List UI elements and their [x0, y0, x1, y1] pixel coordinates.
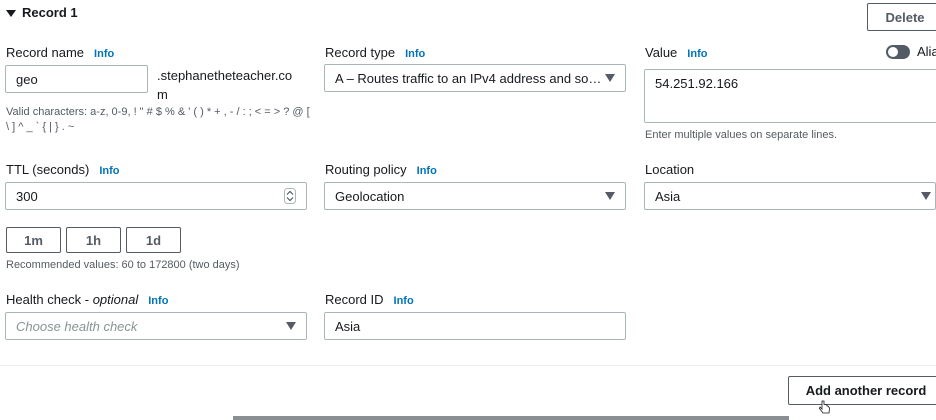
- ttl-preset-1m[interactable]: 1m: [6, 227, 61, 253]
- toggle-knob: [888, 46, 898, 57]
- health-check-placeholder: Choose health check: [16, 318, 138, 334]
- record-type-label: Record type Info: [325, 45, 426, 60]
- record-id-input[interactable]: Asia: [324, 312, 626, 340]
- ttl-preset-1d[interactable]: 1d: [126, 227, 181, 253]
- record-name-label: Record name Info: [6, 45, 115, 60]
- value-info-link[interactable]: Info: [687, 48, 707, 60]
- ttl-info-link[interactable]: Info: [99, 165, 119, 177]
- alias-label: Alia: [917, 44, 936, 59]
- mouse-cursor-icon: [819, 400, 830, 414]
- record-title: Record 1: [22, 5, 78, 20]
- dropdown-caret-icon: [286, 322, 296, 330]
- alias-toggle-group: Alia: [886, 44, 936, 59]
- delete-button[interactable]: Delete: [867, 3, 936, 31]
- stepper-icon[interactable]: [284, 188, 296, 204]
- record-name-input[interactable]: geo: [5, 65, 148, 93]
- health-check-select[interactable]: Choose health check: [5, 312, 307, 340]
- add-another-record-button[interactable]: Add another record: [788, 376, 936, 405]
- record-name-info-link[interactable]: Info: [94, 48, 114, 60]
- record-id-label: Record ID Info: [325, 292, 414, 307]
- routing-policy-select[interactable]: Geolocation: [324, 182, 626, 210]
- ttl-label: TTL (seconds) Info: [6, 162, 120, 177]
- record-type-info-link[interactable]: Info: [405, 48, 425, 60]
- record-id-info-link[interactable]: Info: [394, 295, 414, 307]
- record-header[interactable]: Record 1: [6, 5, 78, 20]
- caret-down-icon: [6, 9, 16, 17]
- ttl-input[interactable]: 300: [5, 182, 307, 210]
- value-textarea[interactable]: 54.251.92.166: [644, 69, 936, 123]
- ttl-hint: Recommended values: 60 to 172800 (two da…: [6, 259, 240, 271]
- dropdown-caret-icon: [605, 192, 615, 200]
- ttl-presets: 1m 1h 1d: [6, 227, 181, 253]
- dropdown-caret-icon: [921, 192, 931, 200]
- location-select[interactable]: Asia: [644, 182, 936, 210]
- alias-toggle[interactable]: [886, 44, 910, 59]
- footer-divider: [0, 365, 936, 366]
- value-label: Value Info: [645, 45, 708, 60]
- routing-policy-info-link[interactable]: Info: [417, 165, 437, 177]
- domain-suffix: .stephanetheteacher.co m: [157, 68, 293, 102]
- health-check-info-link[interactable]: Info: [148, 295, 168, 307]
- dropdown-caret-icon: [605, 74, 615, 82]
- record-name-hint: Valid characters: a-z, 0-9, ! " # $ % & …: [6, 106, 310, 133]
- health-check-label: Health check - optional Info: [6, 292, 169, 307]
- ttl-preset-1h[interactable]: 1h: [66, 227, 121, 253]
- routing-policy-label: Routing policy Info: [325, 162, 437, 177]
- bottom-scrollbar[interactable]: [233, 416, 789, 420]
- location-label: Location: [645, 162, 695, 177]
- value-hint: Enter multiple values on separate lines.: [645, 129, 837, 141]
- record-type-select[interactable]: A – Routes traffic to an IPv4 address an…: [324, 64, 626, 92]
